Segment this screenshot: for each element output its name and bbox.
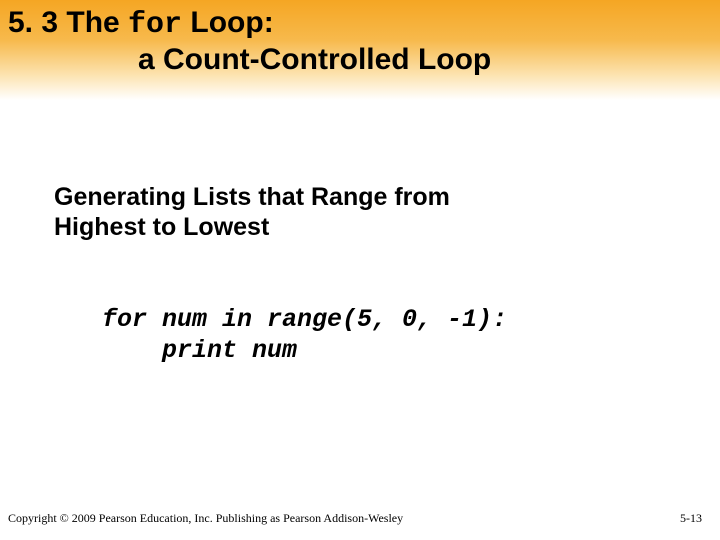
code-line2: print num [102,336,297,365]
subtitle-line1: Generating Lists that Range from [54,182,666,212]
for-keyword: for [128,8,182,42]
slide-subtitle: Generating Lists that Range from Highest… [54,182,666,242]
code-line1: for num in range(5, 0, -1): [102,305,507,334]
page-number: 5-13 [680,511,702,526]
slide-content: Generating Lists that Range from Highest… [0,100,720,367]
subtitle-line2: Highest to Lowest [54,212,666,242]
section-prefix: 5. 3 The [8,6,128,39]
slide-title-line2: a Count-Controlled Loop [8,43,712,78]
copyright-text: Copyright © 2009 Pearson Education, Inc.… [8,511,403,526]
section-suffix: Loop: [182,6,274,39]
title-band: 5. 3 The for Loop: a Count-Controlled Lo… [0,0,720,100]
code-example: for num in range(5, 0, -1): print num [54,304,666,367]
slide-title-line1: 5. 3 The for Loop: [8,6,712,43]
